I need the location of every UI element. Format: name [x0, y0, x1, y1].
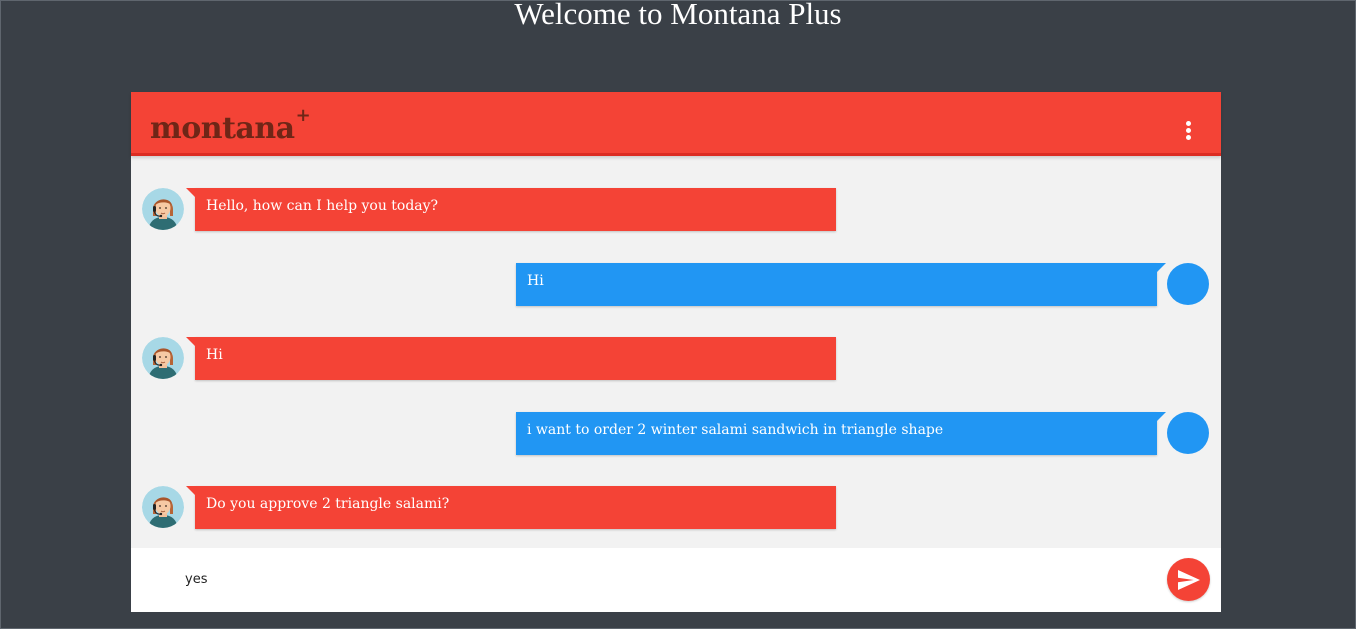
- support-agent-avatar: [142, 337, 184, 379]
- message-bubble: Hi: [516, 263, 1166, 306]
- user-avatar: [1167, 263, 1209, 305]
- send-button[interactable]: [1167, 558, 1210, 601]
- page-title: Welcome to Montana Plus: [514, 0, 842, 31]
- message-list: Hello, how can I help you today? Hi Hi i…: [131, 156, 1221, 548]
- support-agent-icon: [142, 486, 184, 528]
- chat-header: montana+: [131, 92, 1221, 156]
- message-bubble: Do you approve 2 triangle salami?: [186, 486, 836, 529]
- support-agent-avatar: [142, 188, 184, 230]
- support-agent-avatar: [142, 486, 184, 528]
- more-vert-icon[interactable]: [1183, 121, 1195, 145]
- message-bubble: Hi: [186, 337, 836, 380]
- support-agent-icon: [142, 188, 184, 230]
- message-composer: [131, 548, 1221, 612]
- montana-logo: montana+: [150, 104, 311, 147]
- chat-window: montana+ Hello, how can I help you today…: [131, 92, 1221, 612]
- menu-dot: [1186, 121, 1191, 126]
- message-input[interactable]: [185, 565, 1145, 593]
- logo-plus: +: [295, 105, 311, 126]
- logo-text: montana: [150, 111, 295, 146]
- menu-dot: [1186, 128, 1191, 133]
- message-bubble: i want to order 2 winter salami sandwich…: [516, 412, 1166, 455]
- support-agent-icon: [142, 337, 184, 379]
- send-icon: [1178, 570, 1200, 590]
- user-avatar: [1167, 412, 1209, 454]
- message-bubble: Hello, how can I help you today?: [186, 188, 836, 231]
- menu-dot: [1186, 135, 1191, 140]
